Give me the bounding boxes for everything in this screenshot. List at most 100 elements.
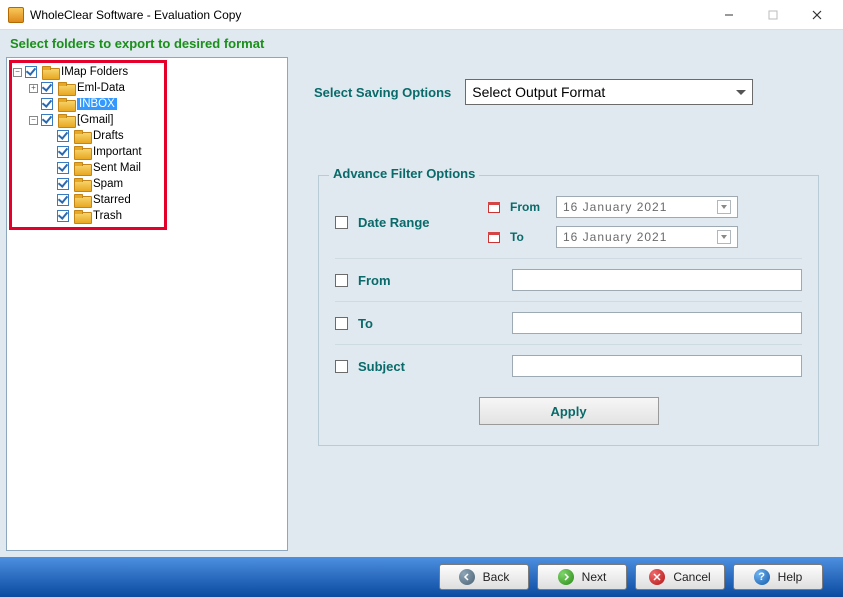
folder-icon xyxy=(74,178,90,190)
subject-label: Subject xyxy=(358,359,448,374)
back-icon xyxy=(459,569,475,585)
checkbox[interactable] xyxy=(41,114,53,126)
checkbox[interactable] xyxy=(57,162,69,174)
checkbox[interactable] xyxy=(57,130,69,142)
node-label: INBOX xyxy=(77,98,117,110)
checkbox[interactable] xyxy=(41,82,53,94)
options-panel: Select Saving Options Select Output Form… xyxy=(294,57,837,551)
checkbox[interactable] xyxy=(57,194,69,206)
to-date-label: To xyxy=(510,230,546,244)
tree-node-drafts[interactable]: Drafts xyxy=(45,128,283,144)
date-dropdown-icon[interactable] xyxy=(717,230,731,244)
collapse-icon[interactable]: − xyxy=(29,116,38,125)
next-label: Next xyxy=(582,570,607,584)
instruction-text: Select folders to export to desired form… xyxy=(0,30,843,57)
filter-legend: Advance Filter Options xyxy=(329,166,479,181)
collapse-icon[interactable]: − xyxy=(13,68,22,77)
calendar-icon xyxy=(488,232,500,243)
node-label: Starred xyxy=(93,194,131,206)
from-date-label: From xyxy=(510,200,546,214)
from-filter-row: From xyxy=(335,259,802,302)
node-label: Sent Mail xyxy=(93,162,141,174)
to-date-value: 16 January 2021 xyxy=(563,230,667,244)
apply-button[interactable]: Apply xyxy=(479,397,659,425)
saving-options-label: Select Saving Options xyxy=(314,85,451,100)
back-label: Back xyxy=(483,570,510,584)
expand-icon[interactable]: + xyxy=(29,84,38,93)
to-filter-row: To xyxy=(335,302,802,345)
folder-icon xyxy=(74,194,90,206)
date-range-checkbox[interactable] xyxy=(335,216,348,229)
subject-checkbox[interactable] xyxy=(335,360,348,373)
from-checkbox[interactable] xyxy=(335,274,348,287)
node-label: Important xyxy=(93,146,142,158)
maximize-button[interactable] xyxy=(751,1,795,29)
tree-node-gmail[interactable]: − [Gmail] xyxy=(29,112,283,128)
node-label: IMap Folders xyxy=(61,66,128,78)
folder-icon xyxy=(74,130,90,142)
from-date-input[interactable]: 16 January 2021 xyxy=(556,196,738,218)
minimize-button[interactable] xyxy=(707,1,751,29)
calendar-icon xyxy=(488,202,500,213)
node-label: Trash xyxy=(93,210,122,222)
tree-node-spam[interactable]: Spam xyxy=(45,176,283,192)
tree-node-trash[interactable]: Trash xyxy=(45,208,283,224)
cancel-icon xyxy=(649,569,665,585)
app-icon xyxy=(8,7,24,23)
main-area: − IMap Folders + Eml-Data xyxy=(0,57,843,557)
tree-node-emldata[interactable]: + Eml-Data xyxy=(29,80,283,96)
to-checkbox[interactable] xyxy=(335,317,348,330)
from-date-value: 16 January 2021 xyxy=(563,200,667,214)
tree-node-starred[interactable]: Starred xyxy=(45,192,283,208)
advance-filter-group: Advance Filter Options Date Range From 1… xyxy=(318,175,819,446)
from-input[interactable] xyxy=(512,269,802,291)
tree-node-important[interactable]: Important xyxy=(45,144,283,160)
tree-node-inbox[interactable]: INBOX xyxy=(29,96,283,112)
node-label: Spam xyxy=(93,178,123,190)
chevron-down-icon xyxy=(736,90,746,95)
output-format-combo[interactable]: Select Output Format xyxy=(465,79,753,105)
help-button[interactable]: ? Help xyxy=(733,564,823,590)
folder-icon xyxy=(58,114,74,126)
date-range-label: Date Range xyxy=(358,215,448,230)
folder-tree-panel: − IMap Folders + Eml-Data xyxy=(6,57,288,551)
close-button[interactable] xyxy=(795,1,839,29)
folder-icon xyxy=(74,146,90,158)
node-label: Drafts xyxy=(93,130,124,142)
title-bar: WholeClear Software - Evaluation Copy xyxy=(0,0,843,30)
to-label: To xyxy=(358,316,448,331)
next-icon xyxy=(558,569,574,585)
from-label: From xyxy=(358,273,448,288)
folder-tree[interactable]: − IMap Folders + Eml-Data xyxy=(11,64,283,224)
checkbox[interactable] xyxy=(57,210,69,222)
folder-icon xyxy=(58,82,74,94)
subject-input[interactable] xyxy=(512,355,802,377)
cancel-button[interactable]: Cancel xyxy=(635,564,725,590)
checkbox[interactable] xyxy=(41,98,53,110)
to-date-input[interactable]: 16 January 2021 xyxy=(556,226,738,248)
folder-icon xyxy=(74,162,90,174)
checkbox[interactable] xyxy=(25,66,37,78)
tree-node-sentmail[interactable]: Sent Mail xyxy=(45,160,283,176)
folder-icon xyxy=(58,98,74,110)
cancel-label: Cancel xyxy=(673,570,710,584)
next-button[interactable]: Next xyxy=(537,564,627,590)
spacer xyxy=(29,100,38,109)
folder-icon xyxy=(74,210,90,222)
subject-filter-row: Subject xyxy=(335,345,802,387)
checkbox[interactable] xyxy=(57,146,69,158)
footer-bar: Back Next Cancel ? Help xyxy=(0,557,843,597)
checkbox[interactable] xyxy=(57,178,69,190)
node-label: Eml-Data xyxy=(77,82,125,94)
help-icon: ? xyxy=(754,569,770,585)
help-label: Help xyxy=(778,570,803,584)
date-range-row: Date Range From 16 January 2021 To xyxy=(335,186,802,259)
tree-node-root[interactable]: − IMap Folders xyxy=(13,64,283,80)
window-title: WholeClear Software - Evaluation Copy xyxy=(30,8,241,22)
back-button[interactable]: Back xyxy=(439,564,529,590)
to-input[interactable] xyxy=(512,312,802,334)
combo-placeholder: Select Output Format xyxy=(472,84,605,100)
date-dropdown-icon[interactable] xyxy=(717,200,731,214)
node-label: [Gmail] xyxy=(77,114,113,126)
folder-icon xyxy=(42,66,58,78)
